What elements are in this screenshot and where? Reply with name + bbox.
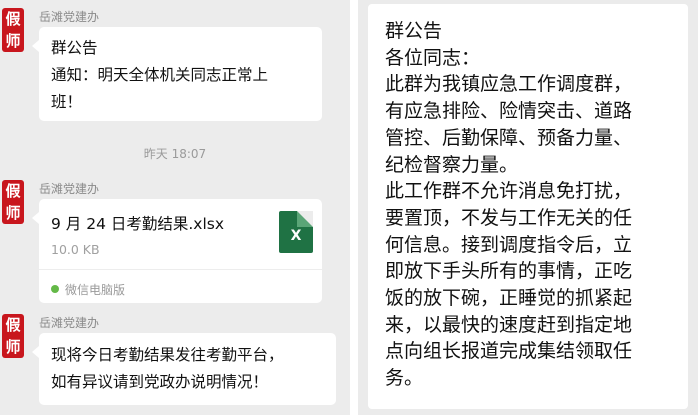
notice-line: 来，以最快的速度赶到指定地 xyxy=(385,313,633,336)
sender-name: 岳滩党建办 xyxy=(39,316,100,330)
file-message-bubble[interactable]: 9 月 24 日考勤结果.xlsx 10.0 KB X 微信电脑版 xyxy=(32,199,322,304)
message-text: 群公告 xyxy=(51,39,98,57)
avatar[interactable]: 假 师 xyxy=(2,8,24,52)
notice-line: 有应急排险、险情突击、道路 xyxy=(385,100,633,123)
message-bubble[interactable]: 群公告 通知：明天全体机关同志正常上 班！ xyxy=(32,27,322,121)
notice-line: 此工作群不允许消息免打扰， xyxy=(385,180,633,203)
excel-icon: X xyxy=(279,211,313,253)
group-announcement-bubble[interactable]: 群公告 各位同志： 此群为我镇应急工作调度群， 有应急排险、险情突击、道路 管控… xyxy=(368,4,688,409)
message-text: 现将今日考勤结果发往考勤平台， xyxy=(51,346,284,364)
notice-line: 要置顶，不发与工作无关的任 xyxy=(385,206,633,229)
message-text: 班！ xyxy=(51,93,83,111)
notice-line: 此群为我镇应急工作调度群， xyxy=(385,73,633,96)
notice-line: 管控、后勤保障、预备力量、 xyxy=(385,126,633,149)
timestamp: 昨天 18:07 xyxy=(143,147,207,161)
message-text: 如有异议请到党政办说明情况！ xyxy=(51,373,269,391)
chat-panel: 假 师 岳滩党建办 群公告 通知：明天全体机关同志正常上 班！ 昨天 18:07… xyxy=(0,0,350,415)
message-bubble[interactable]: 现将今日考勤结果发往考勤平台， 如有异议请到党政办说明情况！ xyxy=(32,333,336,405)
wechat-pc-icon xyxy=(51,285,59,293)
announcement-panel: 群公告 各位同志： 此群为我镇应急工作调度群， 有应急排险、险情突击、道路 管控… xyxy=(358,0,698,415)
avatar[interactable]: 假 师 xyxy=(2,314,24,358)
notice-line: 何信息。接到调度指令后，立 xyxy=(385,233,633,256)
divider xyxy=(39,269,322,270)
notice-line: 点向组长报道完成集结领取任 xyxy=(385,340,633,363)
file-name: 9 月 24 日考勤结果.xlsx xyxy=(51,215,225,233)
notice-line: 饭的放下碗，正睡觉的抓紧起 xyxy=(385,287,633,310)
avatar[interactable]: 假 师 xyxy=(2,180,24,224)
notice-line: 即放下手头所有的事情，正吃 xyxy=(385,260,633,283)
sender-name: 岳滩党建办 xyxy=(39,182,100,196)
notice-title: 群公告 xyxy=(385,20,443,42)
notice-line: 务。 xyxy=(385,367,424,390)
notice-line: 纪检督察力量。 xyxy=(385,153,519,176)
file-source: 微信电脑版 xyxy=(51,277,125,304)
file-size: 10.0 KB xyxy=(51,242,100,257)
sender-name: 岳滩党建办 xyxy=(39,10,100,24)
notice-line: 各位同志： xyxy=(385,46,481,69)
message-text: 通知：明天全体机关同志正常上 xyxy=(51,66,269,84)
